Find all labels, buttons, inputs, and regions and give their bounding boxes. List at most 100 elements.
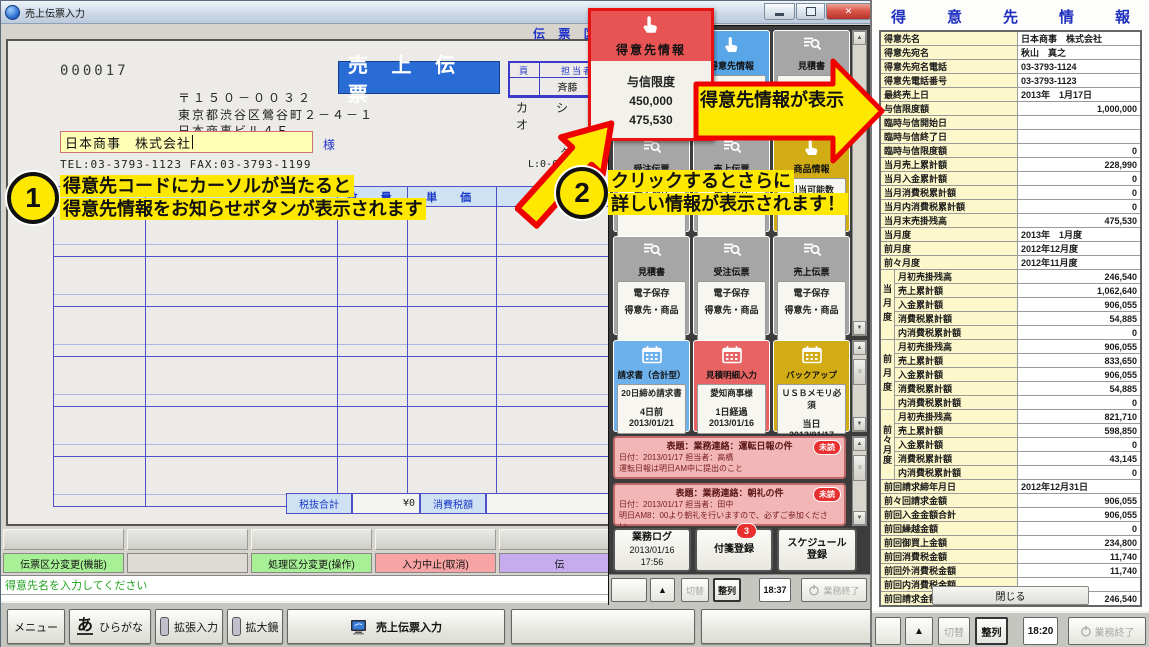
function-key-row: 伝票区分変更(機能) 処理区分変更(操作)入力中止(取消)伝 [1, 553, 620, 573]
info-label: 前回請求締年月日 [880, 480, 1018, 494]
callout-2-number: 2 [556, 167, 608, 219]
minimize-button[interactable] [764, 3, 795, 20]
info-row: 入金累計額0 [880, 438, 1141, 452]
item-row[interactable] [54, 357, 613, 407]
info-label: 前月度 [880, 242, 1018, 256]
schedule-scrollbar[interactable]: ▲≡▼ [852, 340, 867, 432]
info-row: 消費税累計額54,885 [880, 382, 1141, 396]
taskbar-blank-button[interactable] [511, 609, 695, 644]
right-switch-button[interactable]: 切替 [938, 617, 970, 645]
notice-card[interactable]: 未読表題：業務連絡：運転日報の件日付：2013/01/17 担当者：高橋運転日報… [613, 436, 846, 479]
fkey-blank[interactable] [3, 529, 124, 550]
fkey-blank[interactable] [251, 529, 372, 550]
fkey-blank[interactable] [375, 529, 496, 550]
messages-scrollbar[interactable]: ▲≡▼ [852, 436, 867, 526]
honorific-label: 様 [323, 136, 335, 153]
fkey-伝[interactable]: 伝 [499, 553, 620, 573]
magnifier-button[interactable]: 拡大鏡 [227, 609, 283, 644]
sticky-note-button[interactable]: 3 付箋登録 [695, 528, 773, 572]
info-value: 246,540 [1018, 270, 1142, 284]
right-blank-button[interactable] [875, 617, 901, 645]
info-row: 前々回請求金額906,055 [880, 494, 1141, 508]
callout-2-line1: クリックするとさらに [608, 170, 794, 192]
info-value: 54,885 [1018, 312, 1142, 326]
popup-header: 得意先情報 [591, 11, 711, 61]
panel-blank-button[interactable] [611, 578, 647, 602]
search-icon [774, 31, 849, 59]
notice-card[interactable]: 未読表題：業務連絡：朝礼の件日付：2013/01/17 担当者：田中明日AM8：… [613, 483, 846, 526]
arrow-label: 得意先情報が表示 [700, 86, 844, 112]
close-panel-button[interactable]: 閉じる [932, 586, 1089, 605]
menu-button[interactable]: メニュー [7, 609, 65, 644]
right-end-button[interactable]: 業務終了 [1068, 617, 1146, 645]
work-log-button[interactable]: 業務ログ 2013/01/16 17:56 [613, 528, 691, 572]
info-label: 臨時与信限度額 [880, 144, 1018, 158]
magnifier-bar-icon [232, 617, 241, 636]
calendar-icon [694, 341, 769, 369]
fkey-blank[interactable] [127, 553, 248, 573]
schedule-tile-請求書（合計型）[interactable]: 請求書（合計型）20日締め請求書4日前2013/01/21 [613, 340, 690, 432]
panel-switch-button[interactable]: 切替 [681, 578, 709, 602]
item-row[interactable] [54, 307, 613, 357]
taskbar-blank-button[interactable] [701, 609, 877, 644]
info-label: 売上累計額 [895, 424, 1018, 438]
info-value: 906,055 [1018, 494, 1142, 508]
fkey-伝票区分変更(機能)[interactable]: 伝票区分変更(機能) [3, 553, 124, 573]
hiragana-button[interactable]: あ ひらがな [69, 609, 151, 644]
slip-title: 売 上 伝 票 [338, 61, 500, 94]
panel-taskbar: ▲ 切替 整列 18:37 業務終了 [609, 574, 871, 605]
fkey-blank[interactable] [127, 529, 248, 550]
info-label: 月初売掛残高 [895, 410, 1018, 424]
right-up-button[interactable]: ▲ [905, 617, 933, 645]
item-row[interactable] [54, 257, 613, 307]
info-value: 43,145 [1018, 452, 1142, 466]
schedule-register-button[interactable]: スケジュール登録 [777, 528, 857, 572]
item-row[interactable] [54, 407, 613, 457]
right-sort-button[interactable]: 整列 [975, 617, 1008, 645]
info-label: 売上累計額 [895, 284, 1018, 298]
panel-sort-button[interactable]: 整列 [713, 578, 741, 602]
title-bar[interactable]: 売上伝票入力 [1, 1, 881, 24]
customer-telfax: TEL:03-3793-1123 FAX:03-3793-1199 [60, 158, 312, 171]
tile-売上伝票[interactable]: 売上伝票電子保存得意先・商品 [773, 236, 850, 335]
extended-input-button[interactable]: 拡張入力 [155, 609, 223, 644]
info-row: 前々月度月初売掛残高821,710 [880, 410, 1141, 424]
fkey-処理区分変更(操作)[interactable]: 処理区分変更(操作) [251, 553, 372, 573]
panel-end-button[interactable]: 業務終了 [801, 578, 867, 602]
info-label: 得意先電話番号 [880, 74, 1018, 88]
fkey-blank[interactable] [499, 529, 620, 550]
close-button[interactable]: ✕ [826, 3, 871, 20]
info-value: 2012年12月31日 [1018, 480, 1142, 494]
info-value: 日本商事 株式会社 [1018, 31, 1142, 46]
tile-受注伝票[interactable]: 受注伝票電子保存得意先・商品 [693, 236, 770, 335]
info-label: 当月末売掛残高 [880, 214, 1018, 228]
info-value: 475,530 [1018, 214, 1142, 228]
tile-見積書[interactable]: 見積書電子保存得意先・商品 [613, 236, 690, 335]
app-task-button[interactable]: 売上伝票入力 [287, 609, 505, 644]
info-label: 前回入金金額合計 [880, 508, 1018, 522]
info-value: 0 [1018, 396, 1142, 410]
restore-button[interactable] [796, 3, 825, 20]
arrow-to-info [693, 58, 885, 170]
text-caret [192, 135, 193, 149]
info-label: 当月度 [880, 228, 1018, 242]
schedule-tile-見積明細入力[interactable]: 見積明細入力愛知商事様1日経過2013/01/16 [693, 340, 770, 432]
customer-zip: 〒１５０－００３２ [178, 89, 313, 106]
info-row: 臨時与信終了日 [880, 130, 1141, 144]
panel-up-button[interactable]: ▲ [650, 578, 675, 602]
period-group-label: 前々月度 [880, 410, 895, 480]
info-row: 前回繰越金額0 [880, 522, 1141, 536]
info-label: 入金累計額 [895, 438, 1018, 452]
info-label: 月初売掛残高 [895, 270, 1018, 284]
customer-name-field[interactable]: 日本商事 株式会社 [60, 131, 313, 153]
info-row: 内消費税累計額0 [880, 396, 1141, 410]
info-value: 03-3793-1124 [1018, 60, 1142, 74]
schedule-tile-バックアップ[interactable]: バックアップＵＳＢメモリ必須当日2013/01/17 [773, 340, 850, 432]
computer-icon [350, 619, 368, 635]
power-icon [1080, 625, 1092, 637]
info-label: 当月売上累計額 [880, 158, 1018, 172]
info-value: 0 [1018, 326, 1142, 340]
info-row: 入金累計額906,055 [880, 298, 1141, 312]
info-value: 0 [1018, 438, 1142, 452]
fkey-入力中止(取消)[interactable]: 入力中止(取消) [375, 553, 496, 573]
